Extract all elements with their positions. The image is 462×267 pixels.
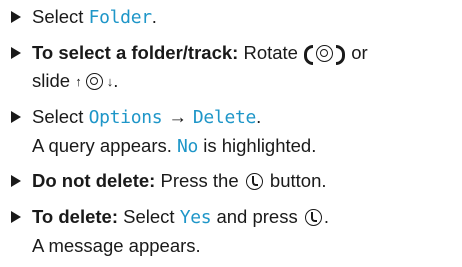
step-text: A query appears. [32, 135, 178, 156]
step-text: slide [32, 70, 76, 91]
step-text: is highlighted. [198, 135, 317, 156]
step-text: Rotate [238, 42, 304, 63]
triangle-bullet-icon [10, 3, 24, 31]
display-item-yes: Yes [179, 207, 212, 228]
step-text: Press the [155, 170, 244, 191]
step-select-folder-track: To select a folder/track: Rotate or slid… [10, 39, 455, 96]
step-to-delete: To delete: Select Yes and press . A mess… [10, 203, 455, 260]
press-button-icon [304, 209, 322, 226]
controller-knob-icon [85, 73, 103, 90]
step-text: . [323, 206, 329, 227]
rotate-right-bracket-icon [336, 44, 346, 65]
step-select-folder: Select Folder. [10, 3, 455, 32]
triangle-bullet-icon [10, 39, 24, 67]
step-label: To select a folder/track: [32, 42, 239, 63]
step-text: . [256, 106, 262, 127]
display-item-no: No [177, 136, 199, 157]
step-text: button. [264, 170, 327, 191]
step-text: or [346, 42, 368, 63]
step-text: Select [32, 6, 89, 27]
menu-arrow: → [168, 106, 187, 127]
triangle-bullet-icon [10, 103, 24, 131]
step-text: Select [118, 206, 180, 227]
display-item-folder: Folder [88, 7, 153, 28]
triangle-bullet-icon [10, 203, 24, 231]
step-select-options-delete: Select Options → Delete. A query appears. … [10, 103, 455, 161]
step-label: Do not delete: [32, 170, 156, 191]
step-label: To delete: [32, 206, 118, 227]
slide-up-arrow-icon: ↑ [75, 74, 82, 89]
controller-knob-icon [316, 45, 334, 62]
step-text: Select [32, 106, 89, 127]
step-text: and press [211, 206, 303, 227]
display-item-options: Options [88, 107, 163, 128]
rotate-left-bracket-icon [303, 44, 314, 65]
instruction-steps: Select Folder. To select a folder/track:… [0, 0, 462, 267]
step-do-not-delete: Do not delete: Press the button. [10, 167, 455, 195]
display-item-delete: Delete [192, 107, 257, 128]
step-text: . [151, 6, 157, 27]
press-button-icon [245, 173, 263, 190]
triangle-bullet-icon [10, 167, 24, 195]
step-text: . [113, 70, 119, 91]
step-text: A message appears. [32, 235, 201, 256]
